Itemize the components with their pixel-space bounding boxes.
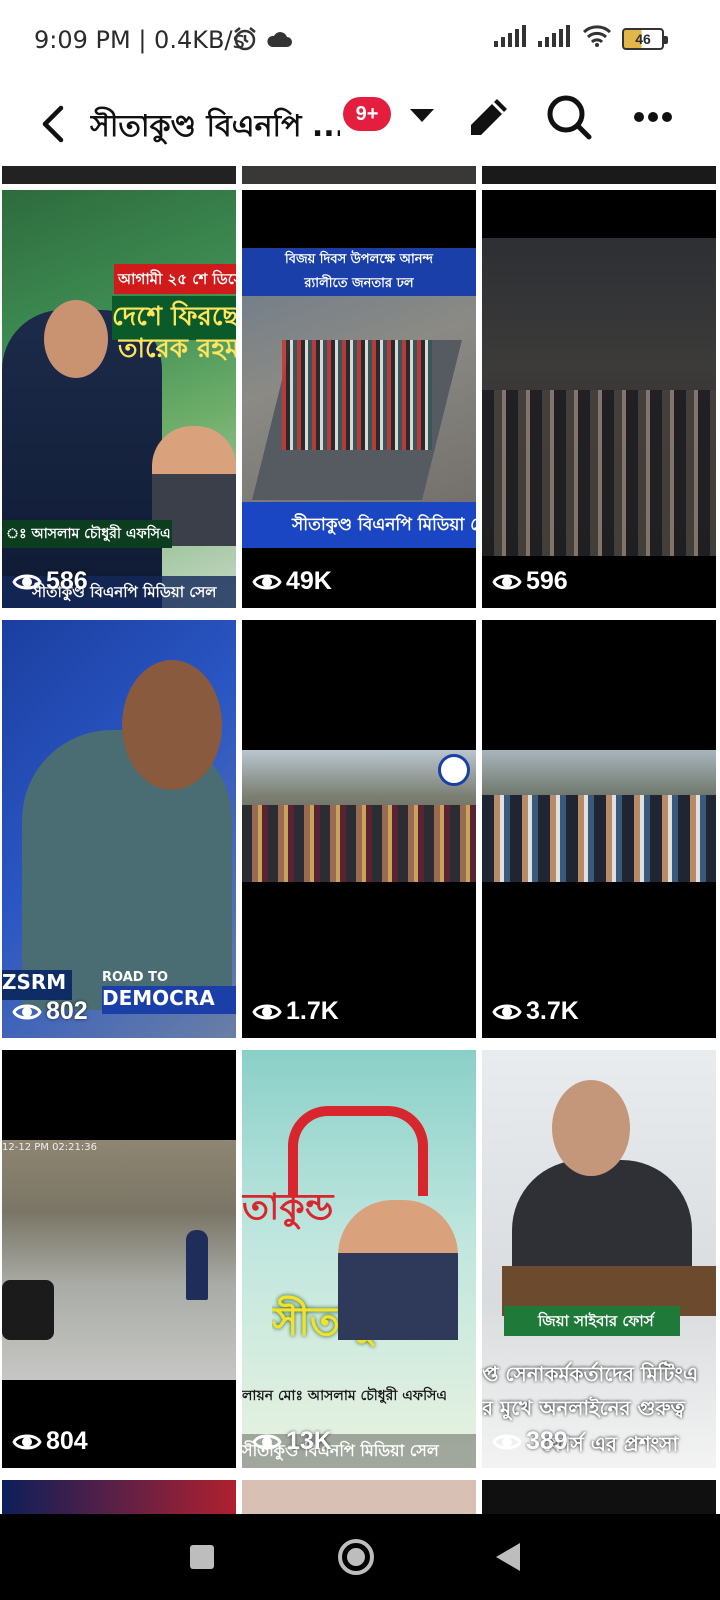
crowd [282, 340, 432, 450]
person-face [122, 660, 222, 790]
banner-label-2: র‍্যালীতে জনতার ঢল [242, 272, 476, 296]
status-icons: 46 [494, 24, 668, 53]
crowd [482, 390, 716, 556]
video-tile[interactable]: আগামী ২৫ শে ডিসে দেশে ফিরছে তারেক রহমা ঃ… [2, 190, 236, 608]
eye-icon [492, 574, 522, 589]
caption-text-3: DEMOCRA [102, 986, 236, 1014]
channel-logo [438, 754, 470, 786]
video-tile[interactable]: ZSRM ROAD TO DEMOCRA 802 [2, 620, 236, 1038]
video-tile[interactable]: 596 [482, 190, 716, 608]
triangle-back-icon [496, 1543, 520, 1571]
home-button[interactable] [326, 1532, 386, 1582]
eye-icon [252, 1004, 282, 1019]
banner-label: জিয়া সাইবার ফোর্স [504, 1306, 680, 1336]
footer-text: সীতাকুণ্ড বিএনপি মিডিয়া সেল [242, 502, 476, 548]
view-count: 3.7K [492, 997, 579, 1026]
view-count-text: 802 [46, 997, 88, 1025]
eye-icon [12, 1004, 42, 1019]
caption-text: ঃ আসলাম চৌধুরী এফসিএ [2, 520, 172, 548]
square-icon [190, 1545, 214, 1569]
banner-headline-2: তারেক রহমা [118, 334, 236, 364]
video-tile[interactable]: 12-12 PM 02:21:36 804 [2, 1050, 236, 1468]
banner-label: আগামী ২৫ শে ডিসে [114, 264, 236, 294]
view-count-text: 804 [46, 1427, 88, 1455]
video-tile[interactable]: বিজয় দিবস উপলক্ষে আনন্দ র‍্যালীতে জনতার… [242, 190, 476, 608]
view-count: 49K [252, 567, 332, 596]
video-tile-partial[interactable] [2, 166, 236, 184]
pencil-icon [471, 99, 507, 135]
view-count: 802 [12, 997, 88, 1026]
view-count: 596 [492, 567, 568, 596]
person-portrait [338, 1200, 458, 1340]
eye-icon [252, 574, 282, 589]
crowd [242, 805, 476, 882]
view-count-text: 13K [286, 1427, 332, 1455]
home-circle-icon [338, 1539, 374, 1575]
status-bar: 9:09 PM | 0.4KB/s 46 [0, 0, 720, 80]
alarm-icon [232, 26, 258, 57]
caret-down-icon [410, 109, 434, 122]
signal-icon [494, 25, 528, 52]
caption-text-2: র মুখে অনলাইনের গুরুত্ব [482, 1396, 685, 1420]
video-tile[interactable]: 1.7K [242, 620, 476, 1038]
caption-text: ZSRM [2, 970, 72, 1000]
view-count: 13K [252, 1427, 332, 1456]
view-count: 586 [12, 567, 88, 596]
crowd [482, 795, 716, 882]
eye-icon [252, 1434, 282, 1449]
eye-icon [492, 1004, 522, 1019]
search-icon [547, 95, 592, 140]
dropdown-caret-button[interactable] [402, 100, 442, 130]
search-button[interactable] [540, 88, 598, 146]
view-count-text: 389 [526, 1427, 568, 1455]
more-horizontal-icon [634, 112, 672, 122]
status-time: 9:09 PM | 0.4KB/s [34, 26, 246, 54]
person-face [552, 1080, 630, 1176]
more-options-button[interactable] [624, 88, 682, 146]
cloud-icon [266, 30, 292, 53]
recent-apps-button[interactable] [172, 1532, 232, 1582]
banner-label: বিজয় দিবস উপলক্ষে আনন্দ [242, 248, 476, 272]
edit-button[interactable] [460, 88, 518, 146]
timestamp-overlay: 12-12 PM 02:21:36 [2, 1142, 97, 1153]
video-tile-partial[interactable] [242, 1480, 476, 1514]
back-button[interactable] [22, 94, 82, 154]
video-tile[interactable]: জিয়া সাইবার ফোর্স প্ত সেনাকর্মকর্তাদের … [482, 1050, 716, 1468]
page-title[interactable]: সীতাকুণ্ড বিএনপি ... [90, 102, 340, 153]
video-tile[interactable]: 3.7K [482, 620, 716, 1038]
view-count: 389 [492, 1427, 568, 1456]
eye-icon [12, 574, 42, 589]
video-grid: আগামী ২৫ শে ডিসে দেশে ফিরছে তারেক রহমা ঃ… [0, 166, 720, 1514]
video-tile-partial[interactable] [242, 166, 476, 184]
caption-text-2: ROAD TO [102, 970, 169, 985]
back-arrow-icon [42, 105, 64, 143]
person-face [44, 300, 108, 378]
video-tile[interactable]: তাকুন্ড সীতাকুণ্ডে লায়ন মোঃ আসলাম চৌধুর… [242, 1050, 476, 1468]
view-count-text: 596 [526, 567, 568, 595]
caption-text: প্ত সেনাকর্মকর্তাদের মিটিংএ [482, 1362, 699, 1386]
video-tile-partial[interactable] [482, 1480, 716, 1514]
signal-icon-2 [538, 25, 572, 52]
view-count-text: 586 [46, 567, 88, 595]
caption-text: লায়ন মোঃ আসলাম চৌধুরী এফসিএ [242, 1388, 447, 1404]
view-count-text: 3.7K [526, 997, 579, 1025]
view-count-text: 49K [286, 567, 332, 595]
footer-text: ফোর্স এর প্রশংসা [542, 1432, 679, 1456]
car [2, 1280, 54, 1340]
video-tile-partial[interactable] [482, 166, 716, 184]
notification-badge: 9+ [343, 97, 391, 131]
view-count-text: 1.7K [286, 997, 339, 1025]
person-figure [186, 1230, 208, 1300]
view-count: 804 [12, 1427, 88, 1456]
system-nav-bar [0, 1514, 720, 1600]
battery-icon: 46 [622, 27, 668, 50]
eye-icon [12, 1434, 42, 1449]
wifi-icon [582, 24, 612, 53]
video-tile-partial[interactable] [2, 1480, 236, 1514]
back-nav-button[interactable] [478, 1532, 538, 1582]
app-header: সীতাকুণ্ড বিএনপি ... 9+ [0, 80, 720, 166]
eye-icon [492, 1434, 522, 1449]
view-count: 1.7K [252, 997, 339, 1026]
